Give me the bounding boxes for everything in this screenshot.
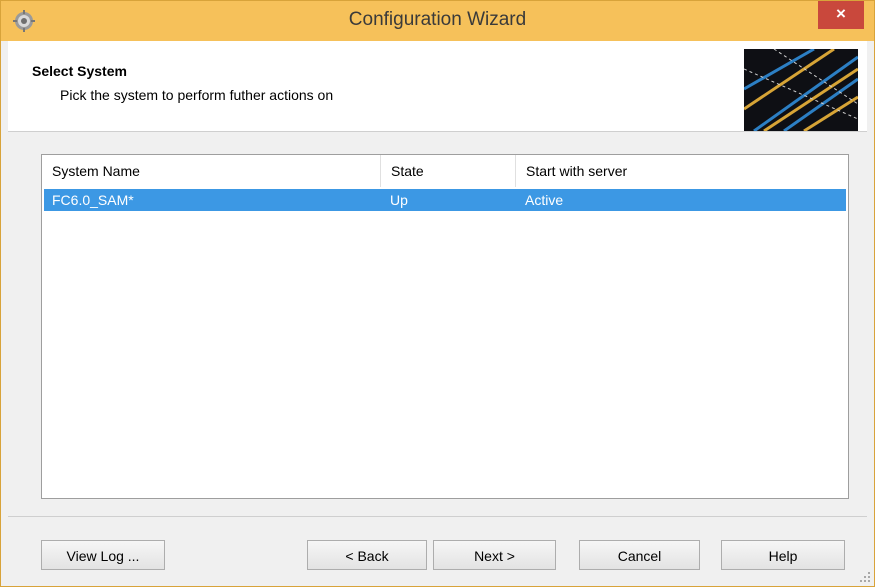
header-subtitle: Pick the system to perform futher action… (60, 87, 334, 103)
table-row[interactable]: FC6.0_SAM* Up Active (44, 189, 846, 211)
title-bar[interactable]: Configuration Wizard × (1, 1, 874, 41)
next-button[interactable]: Next > (433, 540, 556, 570)
window-title: Configuration Wizard (348, 9, 527, 30)
cancel-button[interactable]: Cancel (579, 540, 700, 570)
cell-state: Up (390, 192, 408, 208)
back-button[interactable]: < Back (307, 540, 427, 570)
header-graphic (744, 49, 858, 131)
system-list[interactable]: System Name State Start with server FC6.… (41, 154, 849, 499)
column-header-system-name[interactable]: System Name (42, 155, 381, 187)
cell-start-with-server: Active (525, 192, 564, 208)
view-log-button[interactable]: View Log ... (41, 540, 165, 570)
column-header-start-with-server[interactable]: Start with server (516, 155, 848, 187)
cell-system-name: FC6.0_SAM* (52, 192, 134, 208)
help-button[interactable]: Help (721, 540, 845, 570)
footer-divider (8, 516, 867, 517)
column-header-state[interactable]: State (381, 155, 516, 187)
configuration-wizard-window: Configuration Wizard × Select System Pic… (0, 0, 875, 587)
close-button[interactable]: × (818, 1, 864, 29)
resize-grip-icon[interactable] (859, 571, 871, 583)
close-icon: × (836, 4, 846, 23)
header-title: Select System (32, 63, 127, 79)
